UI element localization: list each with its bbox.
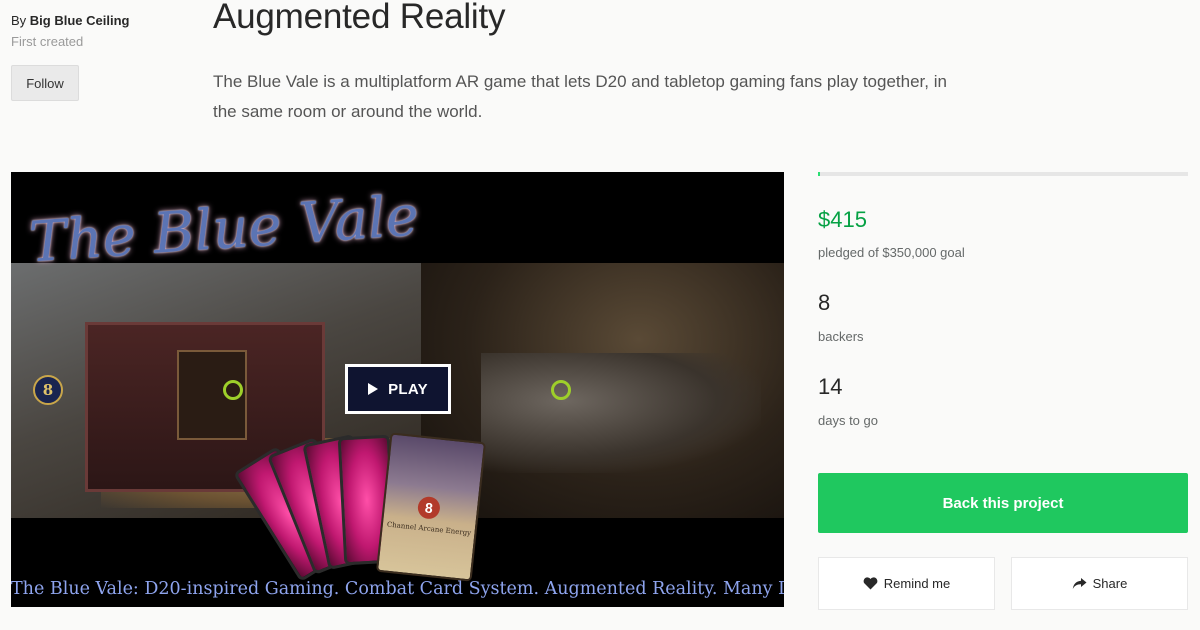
pledged-amount: $415: [818, 207, 867, 232]
follow-button[interactable]: Follow: [11, 65, 79, 101]
play-icon: [368, 383, 379, 395]
byline-prefix: By: [11, 13, 27, 28]
first-created-label: First created: [11, 34, 84, 49]
creator-name[interactable]: Big Blue Ceiling: [30, 13, 130, 28]
play-label: PLAY: [388, 380, 428, 398]
card-name: Channel Arcane Energy: [386, 520, 472, 538]
backers-count: 8: [818, 290, 831, 315]
remind-me-button[interactable]: Remind me: [818, 557, 995, 610]
creator-byline: By Big Blue Ceiling: [11, 13, 129, 28]
funding-progress-bar: [818, 172, 1188, 176]
d20-badge-icon: 8: [33, 375, 63, 405]
combat-card: 8 Channel Arcane Energy: [375, 432, 487, 582]
card-cost: 8: [416, 495, 441, 520]
backers-label: backers: [818, 329, 864, 344]
project-blurb: The Blue Vale is a multiplatform AR game…: [213, 72, 947, 121]
target-ring-icon: [551, 380, 571, 400]
project-title: Augmented Reality: [213, 0, 506, 36]
video-caption: The Blue Vale: D20-inspired Gaming. Comb…: [11, 579, 784, 599]
share-label: Share: [1092, 576, 1128, 591]
share-arrow-icon: [1072, 578, 1087, 589]
funding-progress-fill: [818, 172, 821, 176]
days-to-go-count: 14: [818, 374, 843, 399]
remind-me-label: Remind me: [883, 576, 951, 591]
scene-rocks: [481, 353, 761, 473]
pledged-goal-label: pledged of $350,000 goal: [818, 245, 965, 260]
back-project-button[interactable]: Back this project: [818, 473, 1188, 533]
play-button[interactable]: PLAY: [345, 364, 451, 414]
project-video[interactable]: The Blue Vale 8 8 Channel Arcane Energy …: [11, 172, 784, 607]
game-logo: The Blue Vale: [27, 183, 421, 276]
target-ring-icon: [223, 380, 243, 400]
share-button[interactable]: Share: [1011, 557, 1188, 610]
days-to-go-label: days to go: [818, 413, 878, 428]
heart-icon: [863, 577, 878, 590]
